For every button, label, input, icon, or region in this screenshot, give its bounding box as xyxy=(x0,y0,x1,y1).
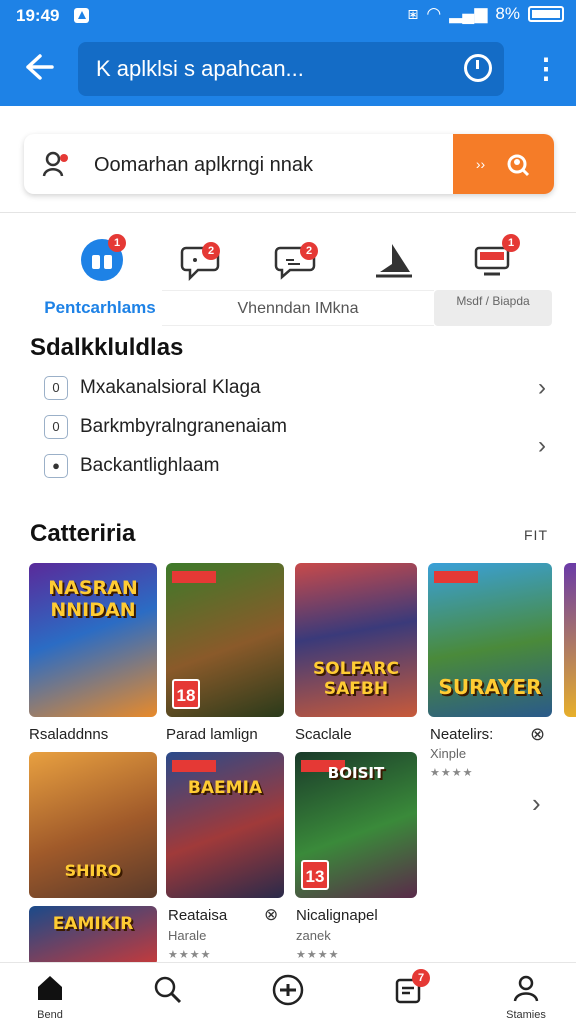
no-entry-icon: ⊗ xyxy=(530,724,546,744)
divider xyxy=(0,212,576,213)
gift-badge: 1 xyxy=(108,234,126,252)
search-card-placeholder: Oomarhan aplkrngi nnak xyxy=(94,154,314,176)
age-rating: 18 xyxy=(172,679,200,709)
game-ribbon xyxy=(172,571,216,583)
nav-home[interactable]: Bend xyxy=(10,963,90,1024)
chat-badge: 2 xyxy=(202,242,220,260)
nav-label: Stamies xyxy=(506,1009,546,1021)
category-tv[interactable]: 1 xyxy=(470,234,520,282)
rating-stars: ★★★★ xyxy=(430,767,474,779)
list-item-label: Mxakanalsioral Klaga xyxy=(80,377,261,398)
game-title: SOLFARC SAFBH xyxy=(313,659,399,699)
tab-middle[interactable]: Vhenndan IMkna xyxy=(162,290,434,326)
game-title: NASRAN NNIDAN xyxy=(48,577,138,621)
bottom-nav: Bend 7 Stamies xyxy=(0,962,576,1024)
search-icon[interactable] xyxy=(464,54,492,82)
battery-percent: 8% xyxy=(495,4,520,23)
chevron-right-icon[interactable]: › xyxy=(532,788,541,819)
status-time: 19:49 xyxy=(16,6,60,25)
game-card[interactable]: 13 BOISIT xyxy=(295,752,417,898)
game-ribbon xyxy=(172,760,216,772)
app-bar: K aplklsi s apahcan... ⋮ xyxy=(0,32,576,106)
add-circle-icon xyxy=(272,974,304,1006)
category-chat[interactable]: 2 xyxy=(180,238,224,282)
vibrate-icon: ⧆ xyxy=(407,4,419,23)
game-card-partial[interactable] xyxy=(564,563,576,717)
rating-stars: ★★★★ xyxy=(168,949,212,961)
rating-stars: ★★★★ xyxy=(296,949,340,961)
game-card[interactable]: BAEMIA xyxy=(166,752,284,898)
no-entry-icon: ⊗ xyxy=(264,905,279,924)
section-title: Catteriria xyxy=(30,520,136,547)
shield-icon: 0 xyxy=(44,376,68,400)
message-badge: 2 xyxy=(300,242,318,260)
back-button[interactable] xyxy=(20,52,58,86)
top-search-input[interactable]: K aplklsi s apahcan... xyxy=(78,42,504,96)
top-search-text: K aplklsi s apahcan... xyxy=(96,56,304,81)
game-title: BAEMIA xyxy=(187,778,263,798)
game-card[interactable]: SHIRO xyxy=(29,752,157,898)
heart-icon: ● xyxy=(44,454,68,478)
status-icons: ⧆ ◠ ▂▄▆ 8% xyxy=(408,4,564,24)
overflow-menu-button[interactable]: ⋮ xyxy=(532,54,560,86)
list-item[interactable]: 0 Mxakanalsioral Klaga › xyxy=(44,370,554,406)
search-person-icon xyxy=(507,154,530,177)
game-label: Neatelirs: xyxy=(430,726,494,743)
game-label: Parad lamlign xyxy=(166,726,258,743)
age-rating: 13 xyxy=(301,860,329,890)
inbox-badge: 7 xyxy=(412,969,430,987)
game-label: Rsaladdnns xyxy=(29,726,109,743)
category-gift[interactable]: 1 xyxy=(80,234,126,282)
back-arrow-icon xyxy=(26,54,54,80)
nav-add[interactable] xyxy=(248,963,328,1024)
game-label: Scaclale xyxy=(295,726,352,743)
game-sub: Xinple xyxy=(430,746,467,761)
signal-icon: ▂▄▆ xyxy=(449,4,488,23)
category-notifications[interactable] xyxy=(372,238,416,282)
person-search-icon xyxy=(42,151,68,177)
nav-label: Bend xyxy=(37,1009,63,1021)
status-bar: 19:49 ⧆ ◠ ▂▄▆ 8% xyxy=(0,0,576,32)
game-title: SURAYER xyxy=(438,675,542,699)
tab-active[interactable]: Pentcarhlams xyxy=(30,290,170,326)
notification-icon xyxy=(376,244,412,278)
search-card[interactable]: Oomarhan aplkrngi nnak ›› xyxy=(24,134,554,194)
nav-inbox[interactable]: 7 xyxy=(368,963,448,1024)
tv-badge: 1 xyxy=(502,234,520,252)
tab-right[interactable]: Msdf / Biapda xyxy=(434,290,552,326)
game-label: Reataisa xyxy=(168,907,228,924)
chevron-right-icon: › xyxy=(538,374,546,401)
game-label: Nicalignapel xyxy=(296,907,378,924)
game-title: EAMIKIR xyxy=(52,914,134,934)
list-item-label: Backantlighlaam xyxy=(80,455,220,476)
game-ribbon xyxy=(434,571,478,583)
home-icon xyxy=(38,976,62,1000)
nav-profile[interactable]: Stamies xyxy=(486,963,566,1024)
game-title: SHIRO xyxy=(64,861,122,880)
app-notification-icon xyxy=(74,8,89,23)
search-icon xyxy=(154,976,182,1004)
filter-button[interactable]: FIT xyxy=(524,527,548,543)
wifi-icon: ◠ xyxy=(426,4,442,23)
game-card[interactable]: 18 xyxy=(166,563,284,717)
game-card[interactable]: NASRAN NNIDAN xyxy=(29,563,157,717)
game-sub: Harale xyxy=(168,928,207,943)
game-card[interactable]: EAMIKIR xyxy=(29,906,157,966)
game-sub: zanek xyxy=(296,928,331,943)
game-title: BOISIT xyxy=(327,764,385,782)
category-messages[interactable]: 2 xyxy=(274,238,318,282)
profile-icon xyxy=(513,975,539,1002)
game-card[interactable]: SOLFARC SAFBH xyxy=(295,563,417,717)
search-card-button[interactable]: ›› xyxy=(453,134,554,194)
nav-search[interactable] xyxy=(128,963,208,1024)
section-title: Sdalkkluldlas xyxy=(30,334,184,361)
battery-icon xyxy=(528,6,564,22)
game-card[interactable]: SURAYER xyxy=(428,563,552,717)
search-card-button-label: ›› xyxy=(475,156,486,172)
list-item[interactable]: ● Backantlighlaam xyxy=(44,448,554,484)
